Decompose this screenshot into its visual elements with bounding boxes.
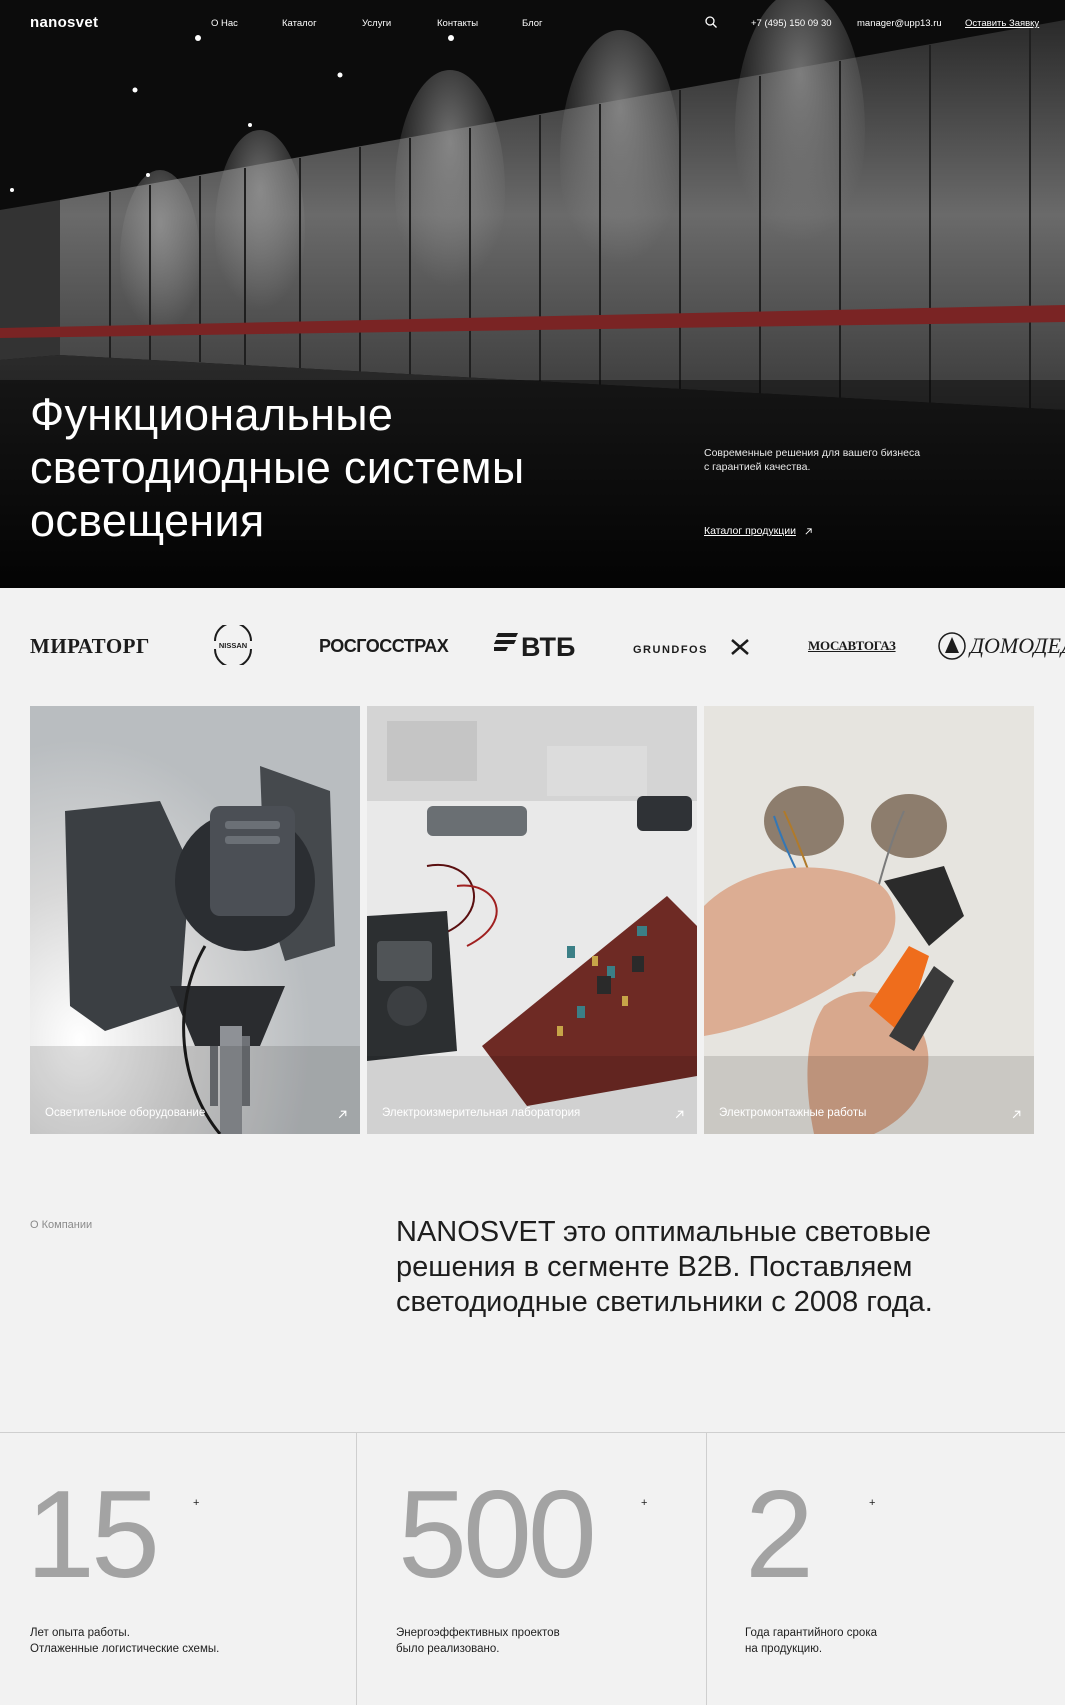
stat-plus: + [869,1497,876,1509]
partner-logo-nissan: NISSAN [219,641,247,650]
nav-about[interactable]: О Нас [211,18,238,29]
nav-catalog[interactable]: Каталог [282,18,317,29]
nav-contacts[interactable]: Контакты [437,18,478,29]
spotlight-photo [30,706,360,1134]
stat-divider [706,1433,707,1705]
site-logo[interactable]: nanosvet [30,14,98,31]
stat-description: Лет опыта работы. Отлаженные логистическ… [30,1625,290,1657]
stat-description: Года гарантийного срока на продукцию. [745,1625,1005,1657]
hero-title-line: светодиодные системы [30,442,525,493]
site-header: nanosvet О Нас Каталог Услуги Контакты Б… [0,0,1065,46]
grundfos-x-icon [731,639,749,655]
nissan-logo-icon: NISSAN [214,625,252,665]
partner-logo-grundfos: GRUNDFOS [633,644,708,656]
arrow-up-right-icon [675,1110,684,1119]
arrow-up-right-icon [1012,1110,1021,1119]
stat-plus: + [641,1497,648,1509]
about-text: NANOSVET это оптимальные световые решени… [396,1216,933,1318]
request-button[interactable]: Оставить Заявку [965,18,1039,29]
service-card-label: Электроизмерительная лаборатория [382,1107,581,1119]
hero-title-line: освещения [30,495,265,546]
hero-subtitle: Современные решения для вашего бизнеса с… [704,446,944,474]
domodedovo-emblem-icon [938,632,966,660]
stats-section: 15 + Лет опыта работы. Отлаженные логист… [0,1432,1065,1705]
search-icon[interactable] [704,15,718,29]
service-card-label: Осветительное оборудование [45,1107,206,1119]
stat-description-line: было реализовано. [396,1643,500,1655]
service-card-lighting[interactable]: Осветительное оборудование [30,706,360,1134]
stat-plus: + [193,1497,200,1509]
partner-logo-domodedovo: ДОМОДЕДОВО [970,633,1065,658]
stat-number: 500 [398,1466,597,1604]
partner-logo-mosavtogaz: МОСАВТОГАЗ [808,638,896,653]
stat-description-line: Отлаженные логистические схемы. [30,1643,220,1655]
nav-services[interactable]: Услуги [362,18,391,29]
partners-strip: МИРАТОРГ NISSAN РОСГОССТРАХ ВТБ GRUNDFOS… [0,588,1065,703]
hero-title: Функциональные светодиодные системы осве… [30,388,650,547]
stat-number: 15 [26,1466,160,1604]
circuit-board-photo [367,706,697,1134]
vtb-stripes-icon [494,633,518,651]
catalog-link-label: Каталог продукции [704,525,796,537]
nav-blog[interactable]: Блог [522,18,543,29]
phone-link[interactable]: +7 (495) 150 09 30 [751,18,832,29]
about-section-label: О Компании [30,1219,93,1231]
stat-number: 2 [745,1466,814,1604]
service-card-lab[interactable]: Электроизмерительная лаборатория [367,706,697,1134]
arrow-up-right-icon [338,1110,347,1119]
stat-description-line: Лет опыта работы. [30,1627,130,1639]
service-card-installation[interactable]: Электромонтажные работы [704,706,1034,1134]
wiring-work-photo [704,706,1034,1134]
hero-subtitle-line: Современные решения для вашего бизнеса [704,447,921,459]
hero-section: nanosvet О Нас Каталог Услуги Контакты Б… [0,0,1065,588]
partner-logo-miratorg: МИРАТОРГ [30,634,150,658]
partner-logo-vtb: ВТБ [521,632,576,662]
arrow-up-right-icon [805,527,812,535]
hero-title-line: Функциональные [30,389,394,440]
stat-divider [356,1433,357,1705]
hero-subtitle-line: с гарантией качества. [704,461,811,473]
service-card-label: Электромонтажные работы [719,1107,867,1119]
stat-description-line: Года гарантийного срока [745,1627,877,1639]
stat-description: Энергоэффективных проектов было реализов… [396,1625,656,1657]
stat-description-line: Энергоэффективных проектов [396,1627,560,1639]
stat-description-line: на продукцию. [745,1643,823,1655]
email-link[interactable]: manager@upp13.ru [857,18,942,29]
catalog-link[interactable]: Каталог продукции [704,525,813,537]
partner-logo-rosgosstrakh: РОСГОССТРАХ [319,636,449,656]
